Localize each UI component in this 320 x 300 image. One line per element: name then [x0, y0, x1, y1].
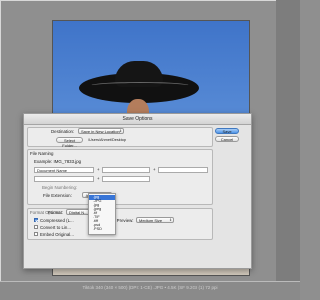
compressed-checkbox[interactable] — [34, 218, 38, 222]
naming-field-4[interactable] — [34, 176, 94, 182]
popup-arrows-icon: ⇕ — [119, 129, 122, 133]
plus-sign: + — [97, 167, 100, 172]
naming-field-3[interactable] — [158, 167, 208, 173]
compressed-label: Compressed (L... — [40, 218, 74, 223]
naming-field-5[interactable] — [102, 176, 150, 182]
file-naming-title: File Naming — [30, 151, 54, 156]
menu-item[interactable]: .PSD — [89, 227, 115, 232]
jpeg-preview-popup[interactable]: Medium Size ⇕ — [136, 217, 174, 223]
right-panel-edge — [276, 0, 300, 300]
save-options-dialog: Save Options Save Cancel Destination: Sa… — [23, 113, 252, 269]
dialog-titlebar[interactable]: Save Options — [24, 114, 251, 125]
plus-sign: + — [97, 176, 100, 181]
naming-field-2[interactable] — [102, 167, 150, 173]
destination-value: Save in New Location — [81, 129, 120, 134]
status-text: Tiktok 340 (340 × 500) (DPI: 1-CE) .JPG … — [82, 285, 218, 290]
status-bar: Tiktok 340 (340 × 500) (DPI: 1-CE) .JPG … — [0, 281, 300, 300]
photo-hat-band — [89, 82, 191, 90]
format-value: Digital N... — [69, 210, 88, 215]
cancel-button[interactable]: Cancel — [215, 136, 239, 142]
example-text: Example: IMG_7833.jpg — [34, 159, 82, 164]
destination-popup[interactable]: Save in New Location ⇕ — [78, 128, 124, 134]
dialog-title: Save Options — [122, 116, 153, 122]
begin-numbering-label: Begin Numbering: — [42, 185, 78, 190]
destination-group: Destination: Save in New Location ⇕ Sele… — [27, 127, 213, 148]
convert-label: Convert to Lin... — [40, 225, 71, 230]
file-extension-label: File Extension: — [43, 193, 72, 198]
file-extension-menu: .jpg .JPG .jpg .jpeg .tif .TIF .tiff .ps… — [88, 193, 116, 235]
embed-original-checkbox[interactable] — [34, 232, 38, 236]
convert-checkbox[interactable] — [34, 225, 38, 229]
document-name-value: Document Name — [37, 168, 68, 173]
format-options-group: Format Options Format: Digital N... Comp… — [27, 208, 213, 240]
file-naming-group: File Naming Example: IMG_7833.jpg Docume… — [27, 149, 213, 205]
select-folder-button[interactable]: Select Folder... — [56, 137, 83, 148]
embed-original-label: Embed Original... — [40, 232, 74, 237]
folder-path: /Users/Ahmet/Desktop — [88, 138, 126, 142]
destination-label: Destination: — [51, 129, 75, 134]
plus-sign: + — [153, 167, 156, 172]
save-button[interactable]: Save — [215, 128, 239, 134]
document-name-field[interactable]: Document Name — [34, 167, 94, 173]
format-label: Format: — [48, 210, 64, 215]
jpeg-preview-value: Medium Size — [139, 218, 163, 223]
popup-arrows-icon: ⇕ — [169, 218, 172, 222]
